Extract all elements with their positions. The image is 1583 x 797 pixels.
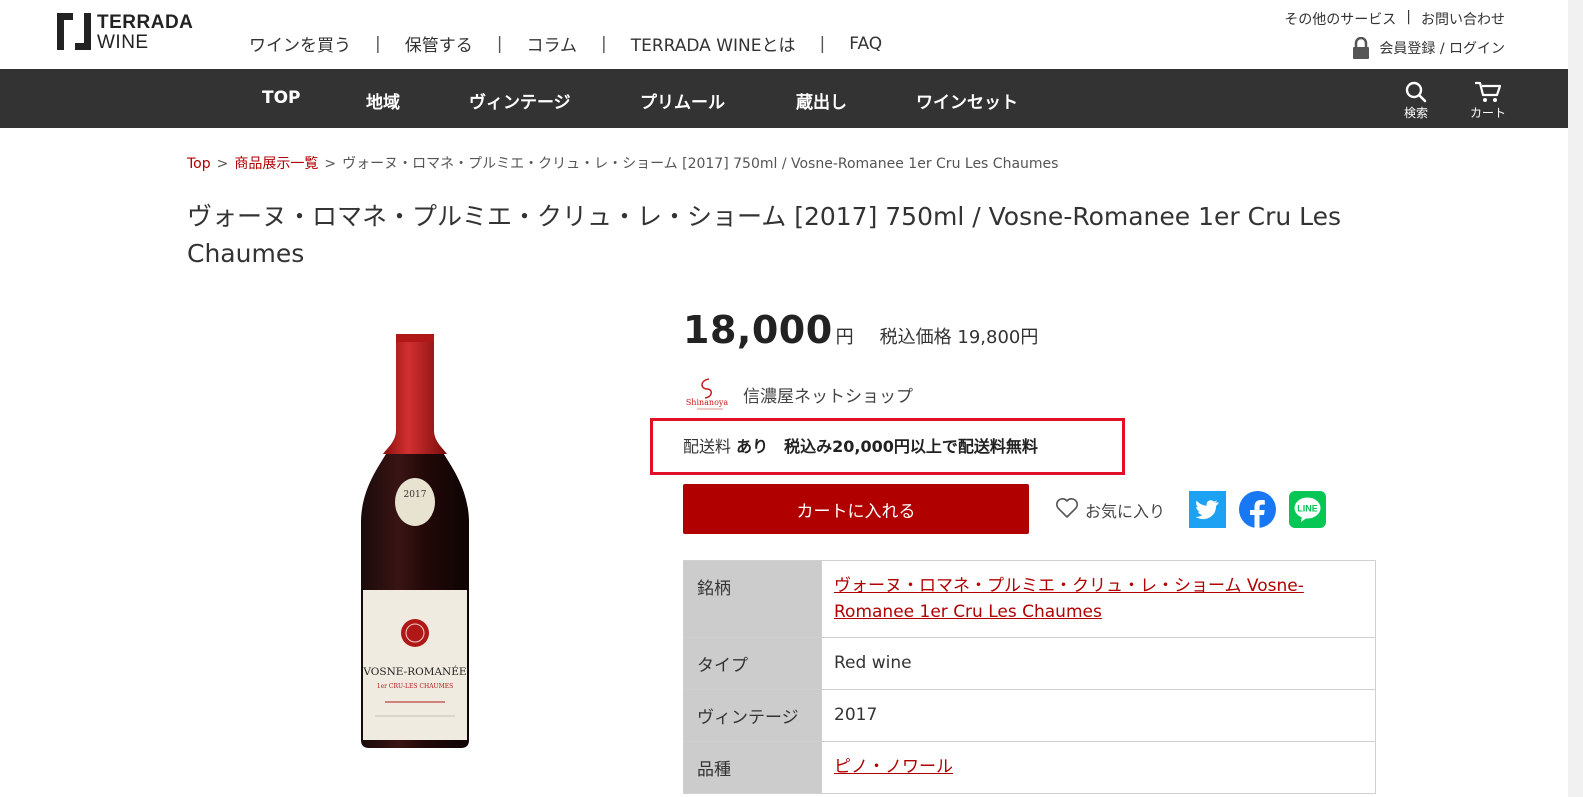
spec-brand-link[interactable]: ヴォーヌ・ロマネ・プルミエ・クリュ・レ・ショーム Vosne-Romanee 1… xyxy=(834,576,1304,622)
spec-key: タイプ xyxy=(683,637,822,690)
search-nav-button[interactable]: 検索 xyxy=(1400,81,1432,121)
logo-text-line1: TERRADA xyxy=(97,12,194,33)
nav-region[interactable]: 地域 xyxy=(366,88,400,113)
nav-primeur[interactable]: プリムール xyxy=(640,88,725,113)
site-header: TERRADA WINE ワインを買う | 保管する | コラム | TERRA… xyxy=(0,0,1583,69)
line-icon-text: LINE xyxy=(1297,504,1318,514)
facebook-icon xyxy=(1239,491,1276,532)
table-row: 品種 ピノ・ノワール xyxy=(683,741,1376,794)
breadcrumb-separator: > xyxy=(324,156,337,172)
top-navigation: ワインを買う | 保管する | コラム | TERRADA WINEとは | F… xyxy=(249,31,882,57)
spec-value: 2017 xyxy=(821,689,1376,742)
topnav-storage[interactable]: 保管する xyxy=(405,31,473,56)
nav-wine-set[interactable]: ワインセット xyxy=(916,88,1018,113)
heart-icon xyxy=(1055,497,1079,523)
product-image: 2017 VOSNE-ROMANÉE 1er CRU-LES CHAUMES xyxy=(355,330,475,750)
breadcrumb-current: ヴォーヌ・ロマネ・プルミエ・クリュ・レ・ショーム [2017] 750ml / … xyxy=(342,156,1059,172)
spec-value: Red wine xyxy=(821,637,1376,690)
logo-mark-icon xyxy=(57,13,91,50)
breadcrumb-top-link[interactable]: Top xyxy=(187,156,211,172)
topnav-faq[interactable]: FAQ xyxy=(849,34,882,54)
line-share-button[interactable]: LINE xyxy=(1289,491,1326,528)
spec-table: 銘柄 ヴォーヌ・ロマネ・プルミエ・クリュ・レ・ショーム Vosne-Romane… xyxy=(683,560,1376,794)
shop-name[interactable]: 信濃屋ネットショップ xyxy=(743,382,913,407)
login-link[interactable]: 会員登録 / ログイン xyxy=(1379,38,1505,58)
shipping-value: あり 税込み20,000円以上で配送料無料 xyxy=(736,437,1038,456)
shinanoya-logo[interactable]: Shinanoya xyxy=(683,377,731,411)
bottle-label-sub: 1er CRU-LES CHAUMES xyxy=(377,683,453,690)
tax-included-price: 税込価格 19,800円 xyxy=(879,327,1039,348)
topnav-about[interactable]: TERRADA WINEとは xyxy=(631,31,796,56)
nav-vintage[interactable]: ヴィンテージ xyxy=(469,88,571,113)
nav-kuradashi[interactable]: 蔵出し xyxy=(796,88,847,113)
breadcrumb-list-link[interactable]: 商品展示一覧 xyxy=(234,156,318,172)
bottle-label-name: VOSNE-ROMANÉE xyxy=(362,664,466,678)
page-scrollbar[interactable] xyxy=(1568,0,1583,797)
topnav-divider: | xyxy=(600,33,607,54)
logo-text-line2: WINE xyxy=(97,32,149,53)
cart-nav-button[interactable]: カート xyxy=(1466,81,1510,121)
twitter-share-button[interactable] xyxy=(1189,491,1226,528)
nav-top[interactable]: TOP xyxy=(262,88,301,108)
table-row: タイプ Red wine xyxy=(683,637,1376,690)
shipping-info: 配送料 あり 税込み20,000円以上で配送料無料 xyxy=(683,433,1038,457)
facebook-share-button[interactable] xyxy=(1239,491,1276,528)
add-to-cart-button[interactable]: カートに入れる xyxy=(683,484,1029,534)
shipping-label: 配送料 xyxy=(683,437,732,456)
price-block: 18,000 円 税込価格 19,800円 xyxy=(683,308,1038,352)
line-icon: LINE xyxy=(1289,491,1326,532)
shop-info: Shinanoya 信濃屋ネットショップ xyxy=(683,377,913,411)
bottle-neck-year: 2017 xyxy=(404,490,427,500)
spec-variety-link[interactable]: ピノ・ノワール xyxy=(834,757,953,777)
lock-icon xyxy=(1351,36,1371,59)
contact-link[interactable]: お問い合わせ xyxy=(1421,9,1505,29)
cart-nav-label: カート xyxy=(1469,106,1506,120)
breadcrumb-separator: > xyxy=(216,156,229,172)
shop-logo-text: Shinanoya xyxy=(686,398,729,407)
spec-key: 品種 xyxy=(683,741,822,794)
price-currency: 円 xyxy=(835,327,854,348)
topnav-buy-wine[interactable]: ワインを買う xyxy=(249,31,351,56)
table-row: ヴィンテージ 2017 xyxy=(683,689,1376,742)
topnav-divider: | xyxy=(819,33,826,54)
spec-key: ヴィンテージ xyxy=(683,689,822,742)
table-row: 銘柄 ヴォーヌ・ロマネ・プルミエ・クリュ・レ・ショーム Vosne-Romane… xyxy=(683,560,1376,638)
spec-key: 銘柄 xyxy=(683,560,822,638)
main-navigation-bar: TOP 地域 ヴィンテージ プリムール 蔵出し ワインセット 検索 カート xyxy=(0,69,1568,128)
twitter-icon xyxy=(1189,491,1226,532)
product-title: ヴォーヌ・ロマネ・プルミエ・クリュ・レ・ショーム [2017] 750ml / … xyxy=(187,202,1342,268)
product-price: 18,000 xyxy=(683,308,833,352)
topnav-divider: | xyxy=(375,33,381,54)
terrada-wine-logo[interactable]: TERRADA WINE xyxy=(57,12,207,53)
utility-links: その他のサービス | お問い合わせ 会員登録 / ログイン xyxy=(1284,9,1505,59)
breadcrumb: Top > 商品展示一覧 > ヴォーヌ・ロマネ・プルミエ・クリュ・レ・ショーム [201… xyxy=(187,153,1058,173)
topnav-column[interactable]: コラム xyxy=(526,31,577,56)
favorite-label: お気に入り xyxy=(1085,502,1166,521)
topnav-divider: | xyxy=(496,33,503,54)
other-services-link[interactable]: その他のサービス xyxy=(1284,9,1396,29)
util-divider: | xyxy=(1406,9,1411,25)
favorite-button[interactable]: お気に入り xyxy=(1055,497,1165,523)
search-nav-label: 検索 xyxy=(1403,106,1428,120)
